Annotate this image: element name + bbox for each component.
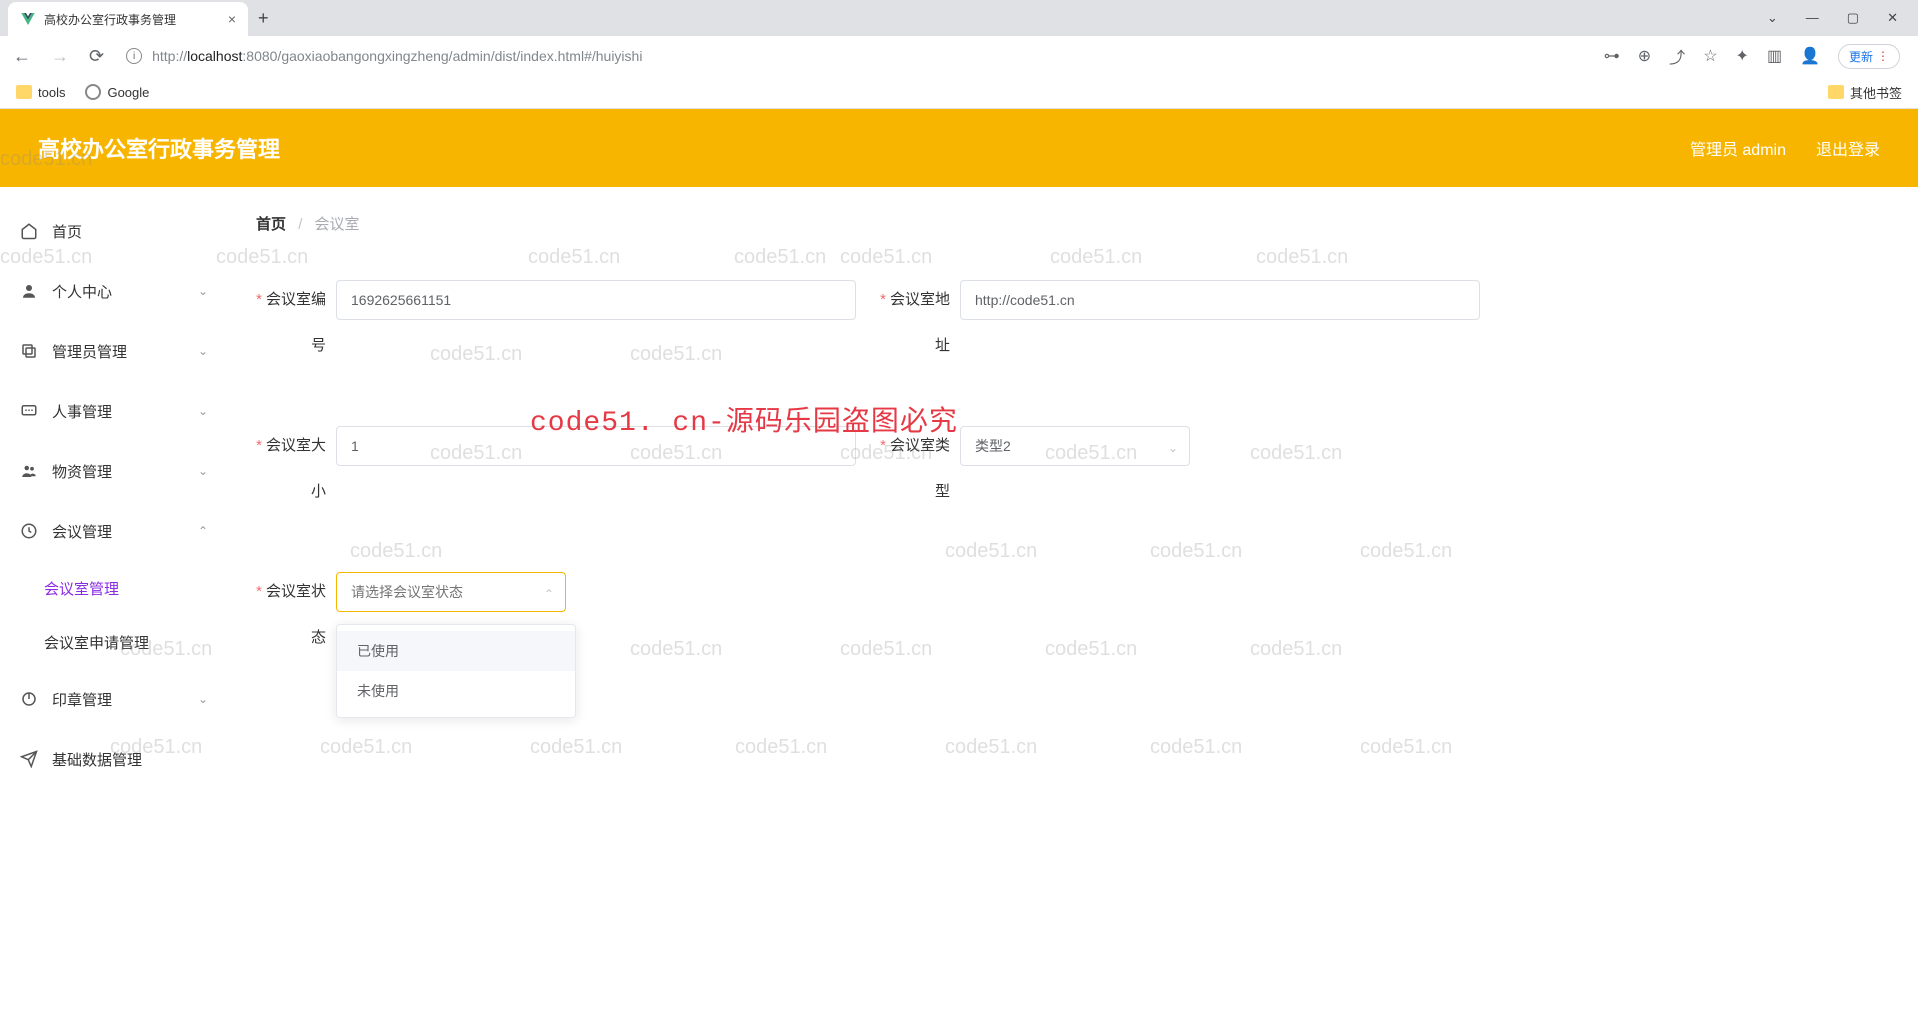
share-icon[interactable]: ⤴ bbox=[1669, 44, 1685, 68]
room-addr-input[interactable] bbox=[960, 280, 1480, 320]
sidebar: 首页 个人中心 ⌄ 管理员管理 ⌄ 人事管理 ⌄ 物资管理 ⌄ 会议管理 ⌃ bbox=[0, 187, 228, 1031]
chevron-down-icon: ⌄ bbox=[198, 284, 208, 298]
password-icon[interactable]: ⊶ bbox=[1604, 46, 1620, 66]
forward-icon[interactable]: → bbox=[48, 46, 72, 67]
bookmark-bar: tools Google 其他书签 bbox=[0, 76, 1918, 108]
form-item-room-status: *会议室状态 ⌃ 已使用 未使用 bbox=[256, 572, 566, 658]
user-icon bbox=[20, 282, 38, 300]
close-icon[interactable]: × bbox=[228, 11, 236, 27]
users-icon bbox=[20, 462, 38, 480]
bookmark-google[interactable]: Google bbox=[85, 84, 149, 100]
sidebar-item-personal[interactable]: 个人中心 ⌄ bbox=[0, 261, 228, 321]
extensions-icon[interactable]: ✦ bbox=[1736, 46, 1749, 66]
browser-tab[interactable]: 高校办公室行政事务管理 × bbox=[8, 2, 248, 36]
breadcrumb-current: 会议室 bbox=[315, 216, 360, 233]
site-info-icon[interactable]: i bbox=[126, 48, 142, 64]
search-lens-icon[interactable]: ⊕ bbox=[1638, 46, 1651, 66]
home-icon bbox=[20, 222, 38, 240]
back-icon[interactable]: ← bbox=[10, 46, 34, 67]
room-no-input[interactable] bbox=[336, 280, 856, 320]
sidebar-item-admin[interactable]: 管理员管理 ⌄ bbox=[0, 321, 228, 381]
profile-icon[interactable]: 👤 bbox=[1800, 46, 1820, 66]
clock-icon bbox=[20, 522, 38, 540]
dropdown-option-unused[interactable]: 未使用 bbox=[337, 671, 575, 711]
sidebar-item-basedata[interactable]: 基础数据管理 bbox=[0, 729, 228, 789]
sidebar-item-home[interactable]: 首页 bbox=[0, 201, 228, 261]
google-icon bbox=[85, 84, 101, 100]
chevron-down-icon: ⌄ bbox=[198, 464, 208, 478]
room-type-select[interactable]: ⌄ bbox=[960, 426, 1190, 466]
chevron-down-icon: ⌄ bbox=[198, 344, 208, 358]
bookmark-other[interactable]: 其他书签 bbox=[1828, 83, 1902, 102]
power-icon bbox=[20, 690, 38, 708]
folder-icon bbox=[1828, 85, 1844, 99]
folder-icon bbox=[16, 85, 32, 99]
dropdown-option-used[interactable]: 已使用 bbox=[337, 631, 575, 671]
tab-bar: 高校办公室行政事务管理 × + ⌄ — ▢ ✕ bbox=[0, 0, 1918, 36]
watermark-center: code51. cn-源码乐园盗图必究 bbox=[530, 399, 958, 439]
bookmark-tools[interactable]: tools bbox=[16, 85, 65, 100]
new-tab-button[interactable]: + bbox=[248, 4, 279, 33]
chevron-down-icon: ⌄ bbox=[1168, 441, 1178, 455]
url-wrapper[interactable]: i http://localhost:8080/gaoxiaobangongxi… bbox=[121, 48, 1590, 64]
sidebar-item-material[interactable]: 物资管理 ⌄ bbox=[0, 441, 228, 501]
app-body: 首页 个人中心 ⌄ 管理员管理 ⌄ 人事管理 ⌄ 物资管理 ⌄ 会议管理 ⌃ bbox=[0, 187, 1918, 1031]
chevron-up-icon: ⌃ bbox=[544, 587, 554, 601]
side-panel-icon[interactable]: ▥ bbox=[1767, 46, 1782, 66]
tab-title: 高校办公室行政事务管理 bbox=[44, 11, 176, 28]
browser-chrome: 高校办公室行政事务管理 × + ⌄ — ▢ ✕ ← → ⟳ i http://l… bbox=[0, 0, 1918, 109]
chevron-down-icon[interactable]: ⌄ bbox=[1767, 10, 1778, 26]
address-bar: ← → ⟳ i http://localhost:8080/gaoxiaoban… bbox=[0, 36, 1918, 76]
status-dropdown: 已使用 未使用 bbox=[336, 624, 576, 718]
vue-icon bbox=[20, 11, 36, 27]
chat-icon bbox=[20, 402, 38, 420]
app-title: 高校办公室行政事务管理 bbox=[38, 132, 280, 164]
sidebar-item-seal[interactable]: 印章管理 ⌄ bbox=[0, 669, 228, 729]
sidebar-subitem-meeting-apply[interactable]: 会议室申请管理 bbox=[0, 615, 228, 669]
logout-link[interactable]: 退出登录 bbox=[1816, 136, 1880, 160]
sidebar-item-meeting[interactable]: 会议管理 ⌃ bbox=[0, 501, 228, 561]
breadcrumb: 首页 / 会议室 bbox=[256, 213, 1890, 234]
close-window-icon[interactable]: ✕ bbox=[1887, 10, 1898, 26]
form-item-room-no: *会议室编号 bbox=[256, 280, 856, 366]
update-button[interactable]: 更新⋮ bbox=[1838, 44, 1900, 69]
bookmark-icon[interactable]: ☆ bbox=[1703, 46, 1717, 66]
form-item-room-addr: *会议室地址 bbox=[880, 280, 1480, 366]
minimize-icon[interactable]: — bbox=[1806, 10, 1819, 26]
chevron-down-icon: ⌄ bbox=[198, 692, 208, 706]
user-label[interactable]: 管理员 admin bbox=[1690, 136, 1786, 160]
address-icons: ⊶ ⊕ ⤴ ☆ ✦ ▥ 👤 更新⋮ bbox=[1604, 44, 1908, 69]
breadcrumb-home[interactable]: 首页 bbox=[256, 216, 286, 233]
window-controls: ⌄ — ▢ ✕ bbox=[1767, 10, 1918, 26]
app-header: 高校办公室行政事务管理 管理员 admin 退出登录 bbox=[0, 109, 1918, 187]
sidebar-item-hr[interactable]: 人事管理 ⌄ bbox=[0, 381, 228, 441]
sidebar-subitem-meeting-room[interactable]: 会议室管理 bbox=[0, 561, 228, 615]
copy-icon bbox=[20, 342, 38, 360]
reload-icon[interactable]: ⟳ bbox=[86, 46, 107, 67]
chevron-up-icon: ⌃ bbox=[198, 524, 208, 538]
send-icon bbox=[20, 750, 38, 768]
chevron-down-icon: ⌄ bbox=[198, 404, 208, 418]
content: 首页 / 会议室 *会议室编号 *会议室地址 *会议室大小 *会议室类型 bbox=[228, 187, 1918, 1031]
url-text: http://localhost:8080/gaoxiaobangongxing… bbox=[152, 48, 642, 64]
room-status-select[interactable]: ⌃ 已使用 未使用 bbox=[336, 572, 566, 612]
maximize-icon[interactable]: ▢ bbox=[1847, 10, 1859, 26]
